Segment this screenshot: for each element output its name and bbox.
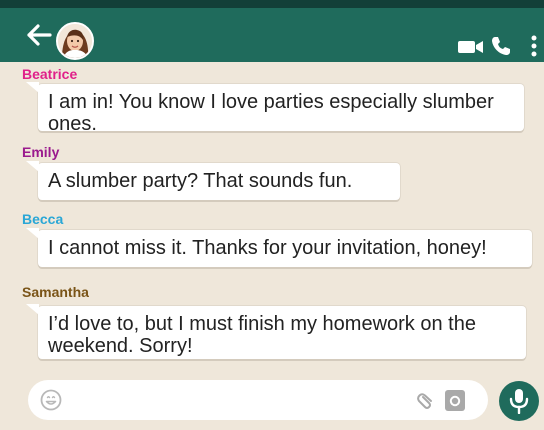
chat-header	[0, 8, 544, 62]
status-bar	[0, 0, 544, 8]
sender-name: Samantha	[22, 284, 89, 300]
message-text: I’d love to, but I must finish my homewo…	[48, 313, 476, 357]
emoji-icon[interactable]	[40, 389, 62, 411]
sender-name: Emily	[22, 144, 60, 160]
chat-screen: Beatrice I am in! You know I love partie…	[0, 0, 544, 430]
message-input[interactable]	[28, 380, 488, 420]
avatar[interactable]	[56, 22, 94, 60]
message-text: I cannot miss it. Thanks for your invita…	[48, 237, 487, 259]
attachment-icon[interactable]	[416, 389, 436, 411]
message-text: I am in! You know I love parties especia…	[48, 91, 494, 135]
more-vertical-icon[interactable]	[531, 35, 537, 57]
microphone-icon	[509, 389, 529, 414]
sender-name: Becca	[22, 211, 64, 227]
video-camera-icon[interactable]	[458, 39, 484, 55]
message-bubble: I’d love to, but I must finish my homewo…	[38, 306, 526, 359]
user-avatar-icon	[58, 24, 92, 58]
message-bubble: I am in! You know I love parties especia…	[38, 84, 524, 135]
arrow-left-icon[interactable]	[26, 24, 52, 46]
message-bubble: I cannot miss it. Thanks for your invita…	[38, 230, 532, 267]
message-bubble: A slumber party? That sounds fun.	[38, 163, 400, 200]
phone-icon[interactable]	[491, 36, 511, 56]
message-text: A slumber party? That sounds fun.	[48, 170, 353, 192]
camera-icon[interactable]	[444, 388, 466, 412]
sender-name: Beatrice	[22, 66, 78, 82]
mic-button[interactable]	[499, 381, 539, 421]
